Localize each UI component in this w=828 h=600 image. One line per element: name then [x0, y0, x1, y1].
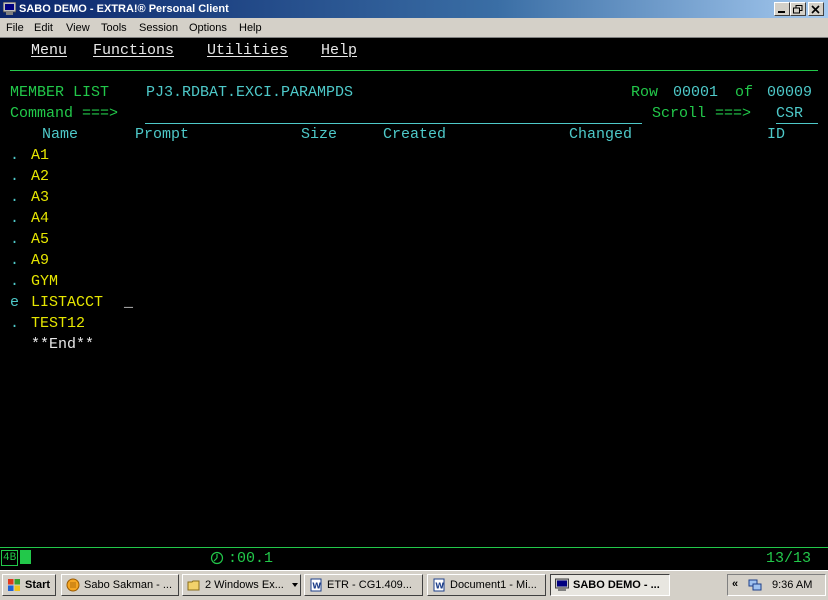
- member-name: A5: [31, 231, 50, 248]
- word-document-icon: W: [310, 578, 322, 592]
- row-command-field[interactable]: .: [10, 189, 19, 207]
- dataset-name: PJ3.RDBAT.EXCI.PARAMPDS: [146, 84, 354, 101]
- scroll-input-underline[interactable]: [776, 123, 818, 124]
- taskbar: Start Sabo Sakman - ... 2 Windows Ex... …: [0, 570, 828, 600]
- taskbar-button-document1[interactable]: W Document1 - Mi...: [427, 574, 546, 596]
- end-of-list-marker: **End**: [31, 336, 95, 353]
- timer-icon: [210, 551, 224, 565]
- extra-app-icon: [555, 578, 569, 591]
- row-command-field[interactable]: .: [10, 252, 19, 270]
- title-bar[interactable]: SABO DEMO - EXTRA!® Personal Client: [0, 0, 828, 18]
- restore-button[interactable]: [790, 2, 806, 16]
- clock[interactable]: 9:36 AM: [772, 579, 812, 591]
- row-total: 00009: [767, 84, 813, 101]
- column-header-changed[interactable]: Changed: [569, 126, 632, 144]
- action-help[interactable]: Help: [321, 42, 357, 60]
- row-command-field[interactable]: e: [10, 294, 19, 312]
- panel-title: MEMBER LIST: [10, 84, 110, 101]
- close-icon: [811, 5, 820, 14]
- row-command-field[interactable]: .: [10, 168, 19, 186]
- menu-help[interactable]: Help: [239, 21, 262, 35]
- minimize-button[interactable]: [774, 2, 790, 16]
- taskbar-button-label: SABO DEMO - ...: [573, 579, 660, 591]
- taskbar-button-label: Sabo Sakman - ...: [84, 579, 173, 591]
- member-name: GYM: [31, 273, 59, 290]
- command-input-underline[interactable]: [145, 123, 642, 124]
- taskbar-button-label: ETR - CG1.409...: [327, 579, 412, 591]
- scroll-label: Scroll ===>: [652, 105, 752, 122]
- operator-info-area: 4B :00.1 13/13: [0, 548, 828, 570]
- taskbar-button-etr[interactable]: W ETR - CG1.409...: [304, 574, 423, 596]
- command-label: Command ===>: [10, 105, 119, 122]
- action-utilities[interactable]: Utilities: [207, 42, 288, 60]
- row-command-field[interactable]: .: [10, 315, 19, 333]
- member-name: A1: [31, 147, 50, 164]
- chevron-down-icon: [292, 583, 298, 587]
- column-header-created[interactable]: Created: [383, 126, 446, 144]
- row-command-field[interactable]: .: [10, 147, 19, 165]
- action-menu[interactable]: Menu: [31, 42, 67, 60]
- text-cursor: _: [124, 294, 134, 311]
- row-current: 00001: [673, 84, 719, 101]
- session-indicator: 4B: [1, 550, 19, 566]
- menu-view[interactable]: View: [66, 21, 90, 35]
- folder-icon: [187, 580, 200, 591]
- taskbar-button-label: 2 Windows Ex...: [205, 579, 284, 591]
- extra-app-icon[interactable]: [3, 2, 16, 15]
- action-bar-separator: [10, 70, 818, 71]
- member-name: A2: [31, 168, 50, 185]
- scroll-input[interactable]: CSR: [776, 105, 803, 123]
- menu-file[interactable]: File: [6, 21, 24, 35]
- response-timer: :00.1: [228, 550, 274, 567]
- menu-bar: File Edit View Tools Session Options Hel…: [0, 18, 828, 38]
- word-document-icon: W: [433, 578, 445, 592]
- action-functions[interactable]: Functions: [93, 42, 174, 60]
- terminal-screen[interactable]: Menu Functions Utilities Help MEMBER LIS…: [0, 38, 828, 547]
- column-header-prompt[interactable]: Prompt: [135, 126, 189, 144]
- tray-expand-chevron[interactable]: «: [732, 578, 738, 590]
- menu-session[interactable]: Session: [139, 21, 178, 35]
- menu-tools[interactable]: Tools: [101, 21, 127, 35]
- network-icon[interactable]: [748, 578, 762, 592]
- cursor-position: 13/13: [766, 550, 812, 567]
- start-button[interactable]: Start: [2, 574, 56, 596]
- menu-edit[interactable]: Edit: [34, 21, 53, 35]
- column-header-name[interactable]: Name: [42, 126, 78, 144]
- column-header-id[interactable]: ID: [767, 126, 785, 144]
- messenger-icon: [66, 578, 80, 592]
- minimize-icon: [778, 11, 785, 13]
- taskbar-button-label: Document1 - Mi...: [450, 579, 537, 591]
- close-button[interactable]: [808, 2, 824, 16]
- svg-text:W: W: [312, 582, 321, 591]
- member-name: LISTACCT: [31, 294, 104, 311]
- column-header-size[interactable]: Size: [301, 126, 337, 144]
- taskbar-button-windows-explorer[interactable]: 2 Windows Ex...: [182, 574, 301, 596]
- restore-icon: [793, 5, 803, 14]
- row-command-field[interactable]: .: [10, 273, 19, 291]
- taskbar-button-sabo-demo[interactable]: SABO DEMO - ...: [550, 574, 670, 596]
- member-name: TEST12: [31, 315, 86, 332]
- row-command-field[interactable]: .: [10, 231, 19, 249]
- svg-text:W: W: [435, 582, 444, 591]
- row-command-field[interactable]: .: [10, 210, 19, 228]
- member-name: A4: [31, 210, 50, 227]
- taskbar-button-sabo-sakman[interactable]: Sabo Sakman - ...: [61, 574, 179, 596]
- menu-options[interactable]: Options: [189, 21, 227, 35]
- row-of-label: of: [735, 84, 754, 101]
- connection-block: [20, 550, 31, 564]
- member-name: A9: [31, 252, 50, 269]
- row-label: Row: [631, 84, 659, 101]
- start-label: Start: [25, 579, 51, 591]
- window-title: SABO DEMO - EXTRA!® Personal Client: [19, 3, 229, 15]
- windows-logo-icon: [8, 579, 20, 591]
- member-name: A3: [31, 189, 50, 206]
- system-tray: « 9:36 AM: [727, 574, 826, 596]
